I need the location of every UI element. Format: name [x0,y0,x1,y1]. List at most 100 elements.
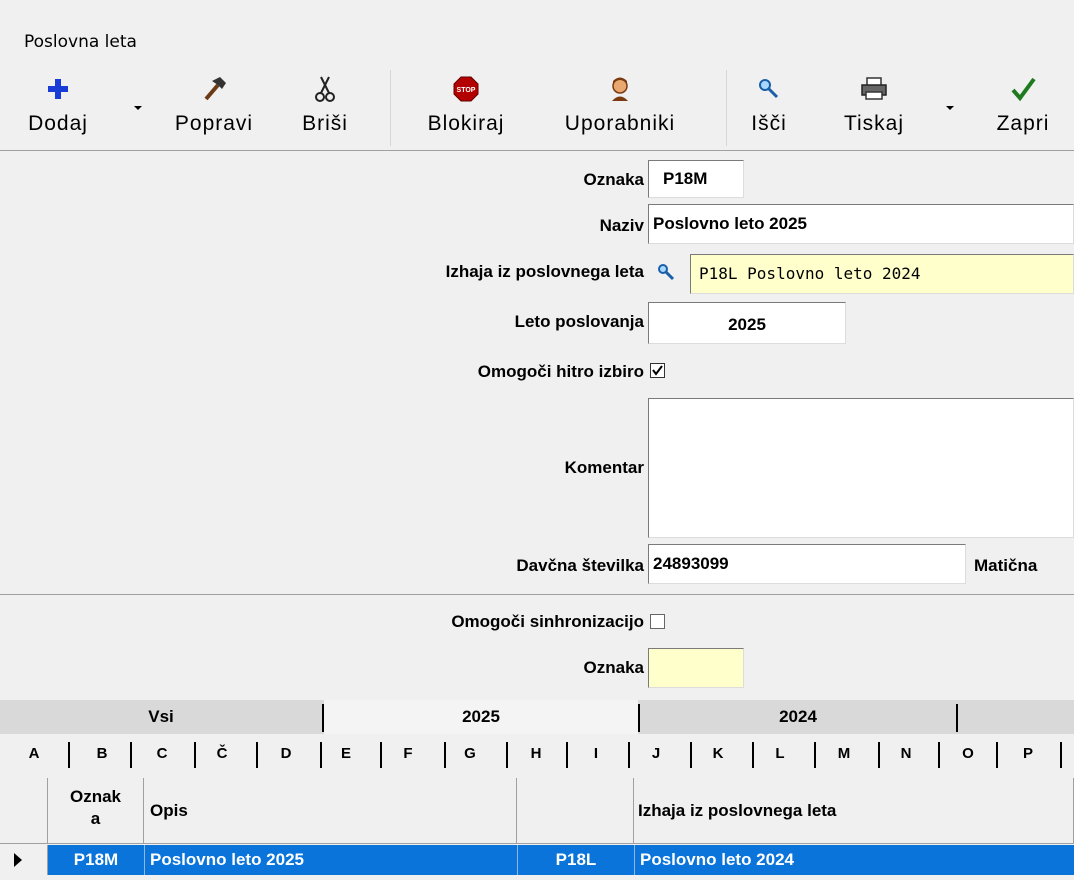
hitro-izbira-label: Omogoči hitro izbiro [477,362,644,381]
letter-l[interactable]: L [766,736,794,772]
stop-sign-icon: STOP [404,74,528,104]
naziv-field[interactable]: Poslovno leto 2025 [648,204,1074,244]
letter-divider [566,742,568,768]
cell-separator [144,845,145,875]
print-dropdown-arrow-icon[interactable] [946,106,954,110]
oznaka2-field[interactable] [648,648,744,688]
izhaja-label: Izhaja iz poslovnega leta [445,262,644,281]
cell-izhaja: Poslovno leto 2024 [640,850,794,869]
edit-button[interactable]: Popravi [158,68,270,148]
letter-b[interactable]: B [88,736,116,772]
tab-vsi[interactable]: Vsi [0,700,322,734]
close-label: Zapri [996,112,1050,135]
add-dropdown-arrow-icon[interactable] [134,106,142,110]
tab-label: 2024 [779,707,817,726]
letter-f[interactable]: F [394,736,422,772]
print-label: Tiskaj [843,112,905,135]
letter-g[interactable]: G [456,736,484,772]
users-button[interactable]: Uporabniki [542,68,698,148]
davcna-label: Davčna številka [516,556,644,575]
column-header-code[interactable] [517,778,634,844]
letter-divider [194,742,196,768]
toolbar-separator [390,70,391,146]
close-button[interactable]: Zapri [978,68,1068,148]
printer-icon [824,74,924,104]
letter-d[interactable]: D [272,736,300,772]
davcna-field[interactable]: 24893099 [648,544,966,584]
leto-label: Leto poslovanja [514,312,644,331]
user-icon [542,74,698,104]
users-label: Uporabniki [564,112,676,135]
magnifier-icon [734,74,804,104]
delete-button[interactable]: Briši [288,68,362,148]
letter-ch[interactable]: Č [208,736,236,772]
data-grid: Oznak a Opis Izhaja iz poslovnega leta P1… [0,778,1074,876]
letter-j[interactable]: J [642,736,670,772]
delete-label: Briši [302,112,348,135]
letter-i[interactable]: I [582,736,610,772]
letter-divider [380,742,382,768]
tab-2024[interactable]: 2024 [640,700,956,734]
letter-divider [68,742,70,768]
block-label: Blokiraj [427,112,505,135]
letter-c[interactable]: C [148,736,176,772]
hitro-izbira-checkbox[interactable] [650,363,665,378]
letter-e[interactable]: E [332,736,360,772]
maticna-label: Matična [974,556,1038,575]
letter-k[interactable]: K [704,736,732,772]
oznaka-field[interactable]: P18M [648,160,744,198]
form-divider [0,594,1074,595]
table-row[interactable]: P18M Poslovno leto 2025 P18L Poslovno le… [48,845,1074,875]
block-button[interactable]: STOP Blokiraj [404,68,528,148]
sinhronizacija-checkbox[interactable] [650,614,665,629]
letter-o[interactable]: O [954,736,982,772]
column-header-izhaja[interactable]: Izhaja iz poslovnega leta [634,778,1074,844]
svg-text:STOP: STOP [457,87,476,94]
naziv-label: Naziv [599,216,644,235]
column-header-opis[interactable]: Opis [144,778,517,844]
letter-m[interactable]: M [830,736,858,772]
letter-divider [506,742,508,768]
tab-label: 2025 [462,707,500,726]
column-header-oznaka[interactable]: Oznak a [48,778,144,844]
hammer-icon [158,74,270,104]
izhaja-field[interactable]: P18L Poslovno leto 2024 [690,254,1074,294]
oznaka-label: Oznaka [583,170,644,189]
tab-divider [956,704,958,732]
toolbar-divider [0,150,1074,151]
letter-divider [690,742,692,768]
cell-code: P18L [555,850,597,869]
letter-divider [814,742,816,768]
add-button[interactable]: Dodaj [18,68,98,148]
letter-divider [256,742,258,768]
checkmark-icon [652,365,663,376]
toolbar-separator [726,70,727,146]
edit-label: Popravi [174,112,254,135]
lookup-search-icon[interactable] [656,262,676,282]
search-label: Išči [751,112,787,135]
letter-p[interactable]: P [1014,736,1042,772]
year-tabs: Vsi 2025 2024 [0,700,1074,734]
cell-opis: Poslovno leto 2025 [150,850,304,869]
letter-a[interactable]: A [20,736,48,772]
add-label: Dodaj [28,112,88,135]
letter-divider [938,742,940,768]
current-row-arrow-icon [14,853,22,867]
row-indicator-header [0,778,48,844]
plus-icon [18,74,98,104]
letter-divider [752,742,754,768]
window-title: Poslovna leta [24,32,137,52]
letter-h[interactable]: H [522,736,550,772]
letter-divider [1060,742,1062,768]
print-button[interactable]: Tiskaj [824,68,924,148]
tab-2025[interactable]: 2025 [324,700,638,734]
cell-separator [634,845,635,875]
letter-divider [320,742,322,768]
letter-divider [878,742,880,768]
search-button[interactable]: Išči [734,68,804,148]
cell-oznaka: P18M [73,850,119,869]
letter-n[interactable]: N [892,736,920,772]
leto-field[interactable]: 2025 [648,302,846,344]
row-indicator[interactable] [0,845,48,875]
komentar-textarea[interactable] [648,398,1074,538]
